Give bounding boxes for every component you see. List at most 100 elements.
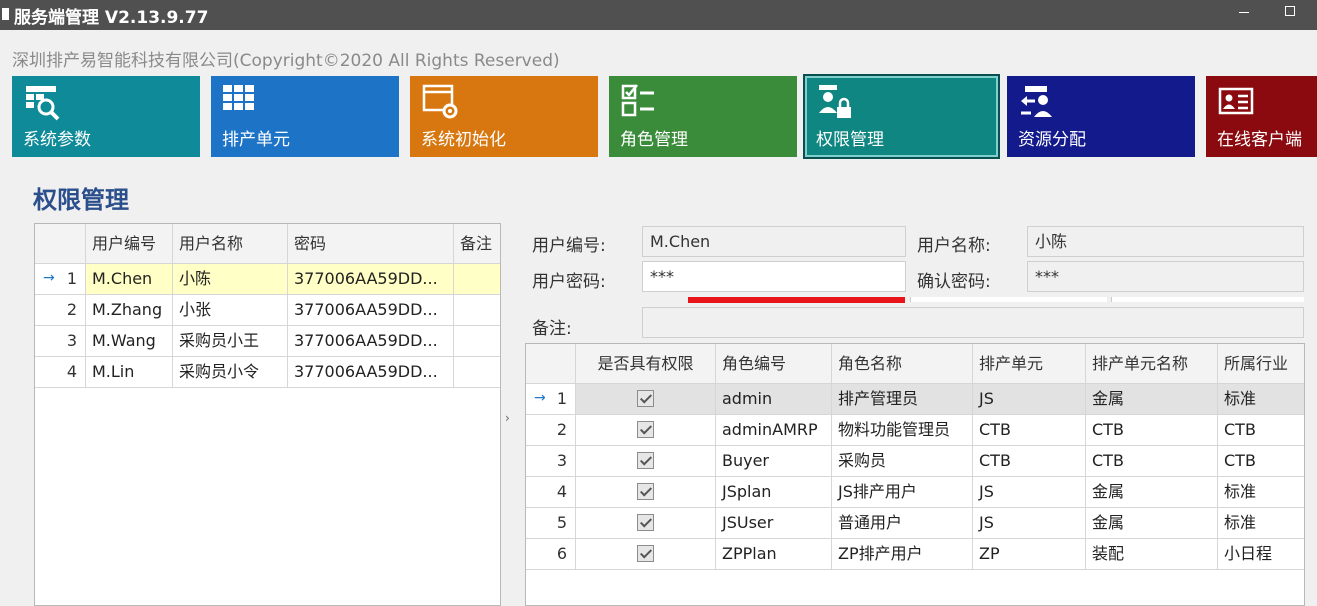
splitter-arrow[interactable]: ›	[505, 411, 510, 425]
table-cell[interactable]: 小陈	[173, 264, 288, 295]
table-cell[interactable]: 装配	[1086, 539, 1218, 570]
table-cell[interactable]: JSUser	[716, 508, 832, 539]
table-cell[interactable]	[454, 264, 500, 295]
permission-cell[interactable]	[576, 384, 716, 415]
col-unit[interactable]: 排产单元	[973, 344, 1086, 384]
note-label: 备注:	[532, 319, 572, 339]
permission-cell[interactable]	[576, 477, 716, 508]
table-cell[interactable]: ZP	[973, 539, 1086, 570]
table-cell[interactable]: CTB	[1218, 415, 1304, 446]
col-unit-name[interactable]: 排产单元名称	[1086, 344, 1218, 384]
permission-checkbox[interactable]	[637, 390, 654, 407]
table-cell[interactable]: Buyer	[716, 446, 832, 477]
table-cell[interactable]: M.Chen	[86, 264, 173, 295]
table-cell[interactable]	[454, 326, 500, 357]
row-header-corner	[35, 224, 86, 264]
table-cell[interactable]: 377006AA59DD...	[288, 326, 454, 357]
tile-label: 权限管理	[816, 130, 884, 150]
table-cell[interactable]: M.Lin	[86, 357, 173, 388]
row-number: 2	[526, 415, 576, 446]
table-cell[interactable]: 普通用户	[832, 508, 973, 539]
table-cell[interactable]: 标准	[1218, 384, 1304, 415]
table-cell[interactable]: 排产管理员	[832, 384, 973, 415]
table-cell[interactable]: 金属	[1086, 384, 1218, 415]
table-cell[interactable]	[454, 357, 500, 388]
user-name-field[interactable]: 小陈	[1027, 226, 1304, 257]
permission-checkbox[interactable]	[637, 545, 654, 562]
tile-resource-transfer[interactable]: 资源分配	[1007, 76, 1195, 157]
table-cell[interactable]: 377006AA59DD...	[288, 295, 454, 326]
current-row-arrow-icon: →	[534, 390, 546, 406]
current-row-arrow-icon: →	[43, 270, 55, 286]
maximize-button[interactable]	[1270, 0, 1310, 30]
app-icon	[2, 8, 9, 20]
permission-checkbox[interactable]	[637, 452, 654, 469]
table-cell[interactable]: CTB	[973, 415, 1086, 446]
table-cell[interactable]: CTB	[1086, 415, 1218, 446]
col-industry[interactable]: 所属行业	[1218, 344, 1304, 384]
table-cell[interactable]: 标准	[1218, 508, 1304, 539]
tile-user-lock[interactable]: 权限管理	[803, 74, 1000, 159]
note-field[interactable]	[642, 307, 1304, 338]
permission-cell[interactable]	[576, 446, 716, 477]
table-cell[interactable]	[454, 295, 500, 326]
permission-checkbox[interactable]	[637, 514, 654, 531]
col-user-name[interactable]: 用户名称	[173, 224, 288, 264]
table-cell[interactable]: ZPPlan	[716, 539, 832, 570]
minimize-button[interactable]	[1225, 0, 1265, 30]
permission-cell[interactable]	[576, 415, 716, 446]
col-has-permission[interactable]: 是否具有权限	[576, 344, 716, 384]
window-gear-icon	[422, 83, 458, 119]
col-role-name[interactable]: 角色名称	[832, 344, 973, 384]
tile-id-card[interactable]: 在线客户端	[1206, 76, 1317, 157]
col-user-id[interactable]: 用户编号	[86, 224, 173, 264]
table-cell[interactable]: M.Wang	[86, 326, 173, 357]
table-cell[interactable]: admin	[716, 384, 832, 415]
table-cell[interactable]: CTB	[1218, 446, 1304, 477]
col-role-code[interactable]: 角色编号	[716, 344, 832, 384]
table-cell[interactable]: 采购员	[832, 446, 973, 477]
user-grid[interactable]: 用户编号 用户名称 密码 备注 1 M.Chen 小陈 377006AA59DD... → 2 M.…	[34, 223, 501, 606]
table-cell[interactable]: 标准	[1218, 477, 1304, 508]
table-cell[interactable]: 采购员小令	[173, 357, 288, 388]
hidden-row-field-2	[1111, 297, 1304, 302]
table-cell[interactable]: adminAMRP	[716, 415, 832, 446]
table-cell[interactable]: JS排产用户	[832, 477, 973, 508]
password-field[interactable]: ***	[642, 261, 906, 292]
user-id-field[interactable]: M.Chen	[642, 226, 906, 257]
id-card-icon	[1218, 83, 1254, 119]
table-cell[interactable]: JS	[973, 384, 1086, 415]
tile-label: 角色管理	[620, 130, 688, 150]
table-cell[interactable]: JSplan	[716, 477, 832, 508]
table-cell[interactable]: 小日程	[1218, 539, 1304, 570]
table-cell[interactable]: 物料功能管理员	[832, 415, 973, 446]
permission-checkbox[interactable]	[637, 483, 654, 500]
confirm-password-field[interactable]: ***	[1027, 261, 1304, 292]
permission-cell[interactable]	[576, 539, 716, 570]
tile-table-search[interactable]: 系统参数	[12, 76, 200, 157]
table-cell[interactable]: CTB	[1086, 446, 1218, 477]
table-cell[interactable]: 377006AA59DD...	[288, 264, 454, 295]
table-cell[interactable]: CTB	[973, 446, 1086, 477]
table-cell[interactable]: 金属	[1086, 508, 1218, 539]
table-cell[interactable]: JS	[973, 477, 1086, 508]
title-bar: 服务端管理 V2.13.9.77	[0, 0, 1317, 30]
col-password[interactable]: 密码	[288, 224, 454, 264]
table-cell[interactable]: ZP排产用户	[832, 539, 973, 570]
hidden-row-red-bar	[688, 297, 905, 303]
permission-checkbox[interactable]	[637, 421, 654, 438]
permission-cell[interactable]	[576, 508, 716, 539]
table-cell[interactable]: JS	[973, 508, 1086, 539]
table-cell[interactable]: 采购员小王	[173, 326, 288, 357]
tile-grid[interactable]: 排产单元	[211, 76, 399, 157]
table-cell[interactable]: 小张	[173, 295, 288, 326]
table-cell[interactable]: 金属	[1086, 477, 1218, 508]
col-note[interactable]: 备注	[454, 224, 500, 264]
tile-checklist[interactable]: 角色管理	[609, 76, 797, 157]
role-grid[interactable]: 是否具有权限 角色编号 角色名称 排产单元 排产单元名称 所属行业 1 admin 排产管理员 J…	[525, 343, 1305, 606]
row-number: 2	[35, 295, 86, 326]
tile-window-gear[interactable]: 系统初始化	[410, 76, 598, 157]
table-cell[interactable]: 377006AA59DD...	[288, 357, 454, 388]
confirm-password-label: 确认密码:	[917, 272, 991, 292]
table-cell[interactable]: M.Zhang	[86, 295, 173, 326]
